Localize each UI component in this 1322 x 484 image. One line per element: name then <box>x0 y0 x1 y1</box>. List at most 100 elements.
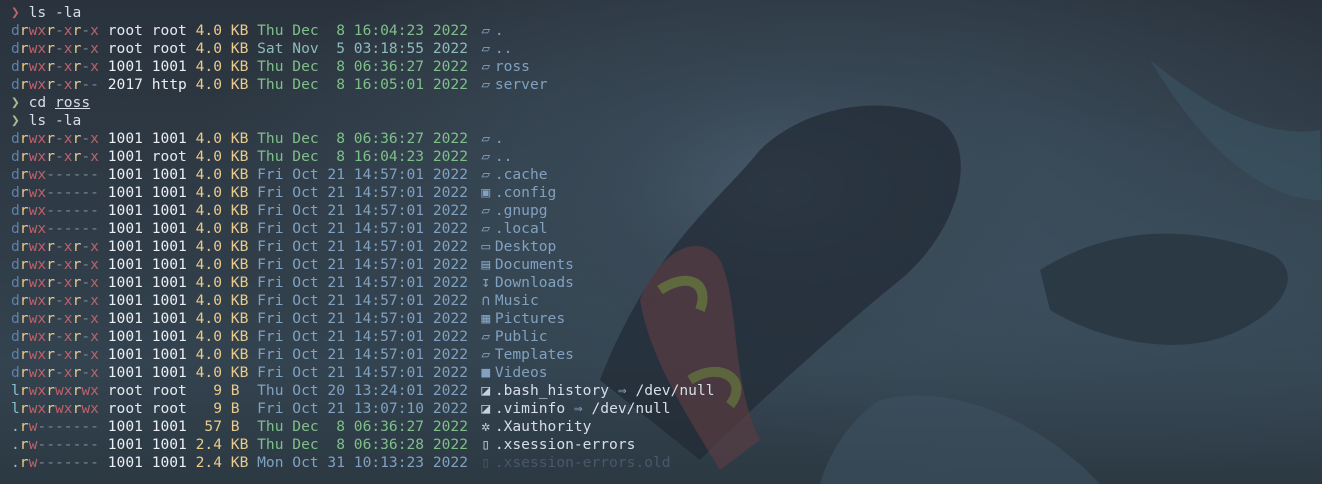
owner-user: 1001 <box>107 364 143 381</box>
modified-date: Thu Dec 8 06:36:27 2022 <box>257 58 469 75</box>
permissions: drwxr-xr-x <box>11 238 99 255</box>
list-item[interactable]: drwxr-xr-x 1001 1001 4.0 KB Thu Dec 8 06… <box>11 130 1322 148</box>
owner-group: root <box>151 40 187 57</box>
list-item[interactable]: drwxr-xr-x root root 4.0 KB Sat Nov 5 03… <box>11 40 1322 58</box>
file-name[interactable]: .gnupg <box>495 202 548 219</box>
link-target: /dev/null <box>635 382 715 399</box>
list-item[interactable]: .rw------- 1001 1001 57 B Thu Dec 8 06:3… <box>11 418 1322 436</box>
permissions: drwxr-xr-- <box>11 76 99 93</box>
modified-date: Fri Oct 21 14:57:01 2022 <box>257 202 469 219</box>
file-name[interactable]: .bash_history <box>495 382 609 399</box>
owner-user: 1001 <box>107 148 143 165</box>
owner-user: root <box>107 382 143 399</box>
size-unit: KB <box>230 130 249 147</box>
prompt-char: ❯ <box>11 4 20 21</box>
list-item[interactable]: drwxr-xr-x 1001 1001 4.0 KB Thu Dec 8 06… <box>11 58 1322 76</box>
folder-open-icon: ▱ <box>481 58 491 75</box>
file-name[interactable]: .xsession-errors.old <box>495 454 671 471</box>
file-name[interactable]: Music <box>495 292 539 309</box>
terminal-window[interactable]: ❯ ls -la drwxr-xr-x root root 4.0 KB Thu … <box>0 0 1322 484</box>
list-item[interactable]: drwxr-xr-x 1001 1001 4.0 KB Fri Oct 21 1… <box>11 310 1322 328</box>
link-target: /dev/null <box>591 400 671 417</box>
list-item[interactable]: drwxr-xr-x 1001 1001 4.0 KB Fri Oct 21 1… <box>11 256 1322 274</box>
list-item[interactable]: drwxr-xr-x 1001 1001 4.0 KB Fri Oct 21 1… <box>11 364 1322 382</box>
size-unit: KB <box>230 166 249 183</box>
list-item[interactable]: drwx------ 1001 1001 4.0 KB Fri Oct 21 1… <box>11 184 1322 202</box>
list-item[interactable]: drwx------ 1001 1001 4.0 KB Fri Oct 21 1… <box>11 220 1322 238</box>
file-name[interactable]: Public <box>495 328 548 345</box>
list-item[interactable]: drwxr-xr-- 2017 http 4.0 KB Thu Dec 8 16… <box>11 76 1322 94</box>
file-name[interactable]: .local <box>495 220 548 237</box>
list-item[interactable]: drwxr-xr-x 1001 root 4.0 KB Thu Dec 8 16… <box>11 148 1322 166</box>
list-item[interactable]: drwxr-xr-x 1001 1001 4.0 KB Fri Oct 21 1… <box>11 238 1322 256</box>
file-size: 4.0 <box>195 364 222 381</box>
video-icon: ■ <box>481 364 491 381</box>
file-name[interactable]: .Xauthority <box>495 418 592 435</box>
file-name[interactable]: .. <box>495 148 513 165</box>
owner-user: 1001 <box>107 130 143 147</box>
file-size: 4.0 <box>195 76 222 93</box>
owner-user: 1001 <box>107 328 143 345</box>
modified-date: Fri Oct 21 14:57:01 2022 <box>257 256 469 273</box>
file-name[interactable]: .. <box>495 40 513 57</box>
list-item[interactable]: drwxr-xr-x 1001 1001 4.0 KB Fri Oct 21 1… <box>11 274 1322 292</box>
folder-open-icon: ▱ <box>481 202 491 219</box>
list-item[interactable]: drwxr-xr-x 1001 1001 4.0 KB Fri Oct 21 1… <box>11 292 1322 310</box>
list-item[interactable]: .rw------- 1001 1001 2.4 KB Thu Dec 8 06… <box>11 436 1322 454</box>
file-name[interactable]: Downloads <box>495 274 574 291</box>
file-size: 4.0 <box>195 130 222 147</box>
size-unit: KB <box>230 220 249 237</box>
file-size: 4.0 <box>195 328 222 345</box>
gear-icon: ✲ <box>481 418 491 435</box>
owner-group: http <box>151 76 187 93</box>
owner-group: 1001 <box>151 202 187 219</box>
list-item[interactable]: drwxr-xr-x 1001 1001 4.0 KB Fri Oct 21 1… <box>11 328 1322 346</box>
file-name[interactable]: . <box>495 130 504 147</box>
owner-user: 1001 <box>107 238 143 255</box>
file-name[interactable]: .xsession-errors <box>495 436 636 453</box>
owner-user: 1001 <box>107 202 143 219</box>
folder-open-icon: ▱ <box>481 346 491 363</box>
permissions: drwxr-xr-x <box>11 274 99 291</box>
list-item[interactable]: .rw------- 1001 1001 2.4 KB Mon Oct 31 1… <box>11 454 1322 472</box>
file-size: 4.0 <box>195 238 222 255</box>
command: ls <box>28 112 47 129</box>
file-size: 4.0 <box>195 148 222 165</box>
owner-user: root <box>107 400 143 417</box>
owner-user: 1001 <box>107 310 143 327</box>
size-unit: KB <box>230 22 249 39</box>
modified-date: Fri Oct 21 14:57:01 2022 <box>257 346 469 363</box>
file-name[interactable]: Documents <box>495 256 574 273</box>
list-item[interactable]: drwx------ 1001 1001 4.0 KB Fri Oct 21 1… <box>11 202 1322 220</box>
file-name[interactable]: Desktop <box>495 238 557 255</box>
permissions: drwxr-xr-x <box>11 328 99 345</box>
modified-date: Sat Nov 5 03:18:55 2022 <box>257 40 469 57</box>
prompt-char: ❯ <box>11 94 20 111</box>
file-name[interactable]: Pictures <box>495 310 565 327</box>
modified-date: Fri Oct 21 13:07:10 2022 <box>257 400 469 417</box>
download-icon: ↧ <box>481 274 491 291</box>
file-name[interactable]: .config <box>495 184 557 201</box>
list-item[interactable]: lrwxrwxrwx root root 9 B Thu Oct 20 13:2… <box>11 382 1322 400</box>
permissions: drwxr-xr-x <box>11 130 99 147</box>
owner-group: 1001 <box>151 256 187 273</box>
file-name[interactable]: Videos <box>495 364 548 381</box>
list-item[interactable]: lrwxrwxrwx root root 9 B Fri Oct 21 13:0… <box>11 400 1322 418</box>
owner-user: 1001 <box>107 346 143 363</box>
file-name[interactable]: ross <box>495 58 530 75</box>
file-name[interactable]: Templates <box>495 346 574 363</box>
file-name[interactable]: server <box>495 76 548 93</box>
list-item[interactable]: drwxr-xr-x root root 4.0 KB Thu Dec 8 16… <box>11 22 1322 40</box>
file-size: 4.0 <box>195 166 222 183</box>
size-unit: KB <box>230 238 249 255</box>
file-name[interactable]: .viminfo <box>495 400 565 417</box>
size-unit: KB <box>230 454 249 471</box>
file-name[interactable]: . <box>495 22 504 39</box>
link-file-icon: ◪ <box>481 382 491 399</box>
desktop-icon: ▭ <box>481 238 491 255</box>
permissions: drwxr-xr-x <box>11 22 99 39</box>
list-item[interactable]: drwxr-xr-x 1001 1001 4.0 KB Fri Oct 21 1… <box>11 346 1322 364</box>
file-name[interactable]: .cache <box>495 166 548 183</box>
modified-date: Thu Dec 8 06:36:28 2022 <box>257 436 469 453</box>
list-item[interactable]: drwx------ 1001 1001 4.0 KB Fri Oct 21 1… <box>11 166 1322 184</box>
